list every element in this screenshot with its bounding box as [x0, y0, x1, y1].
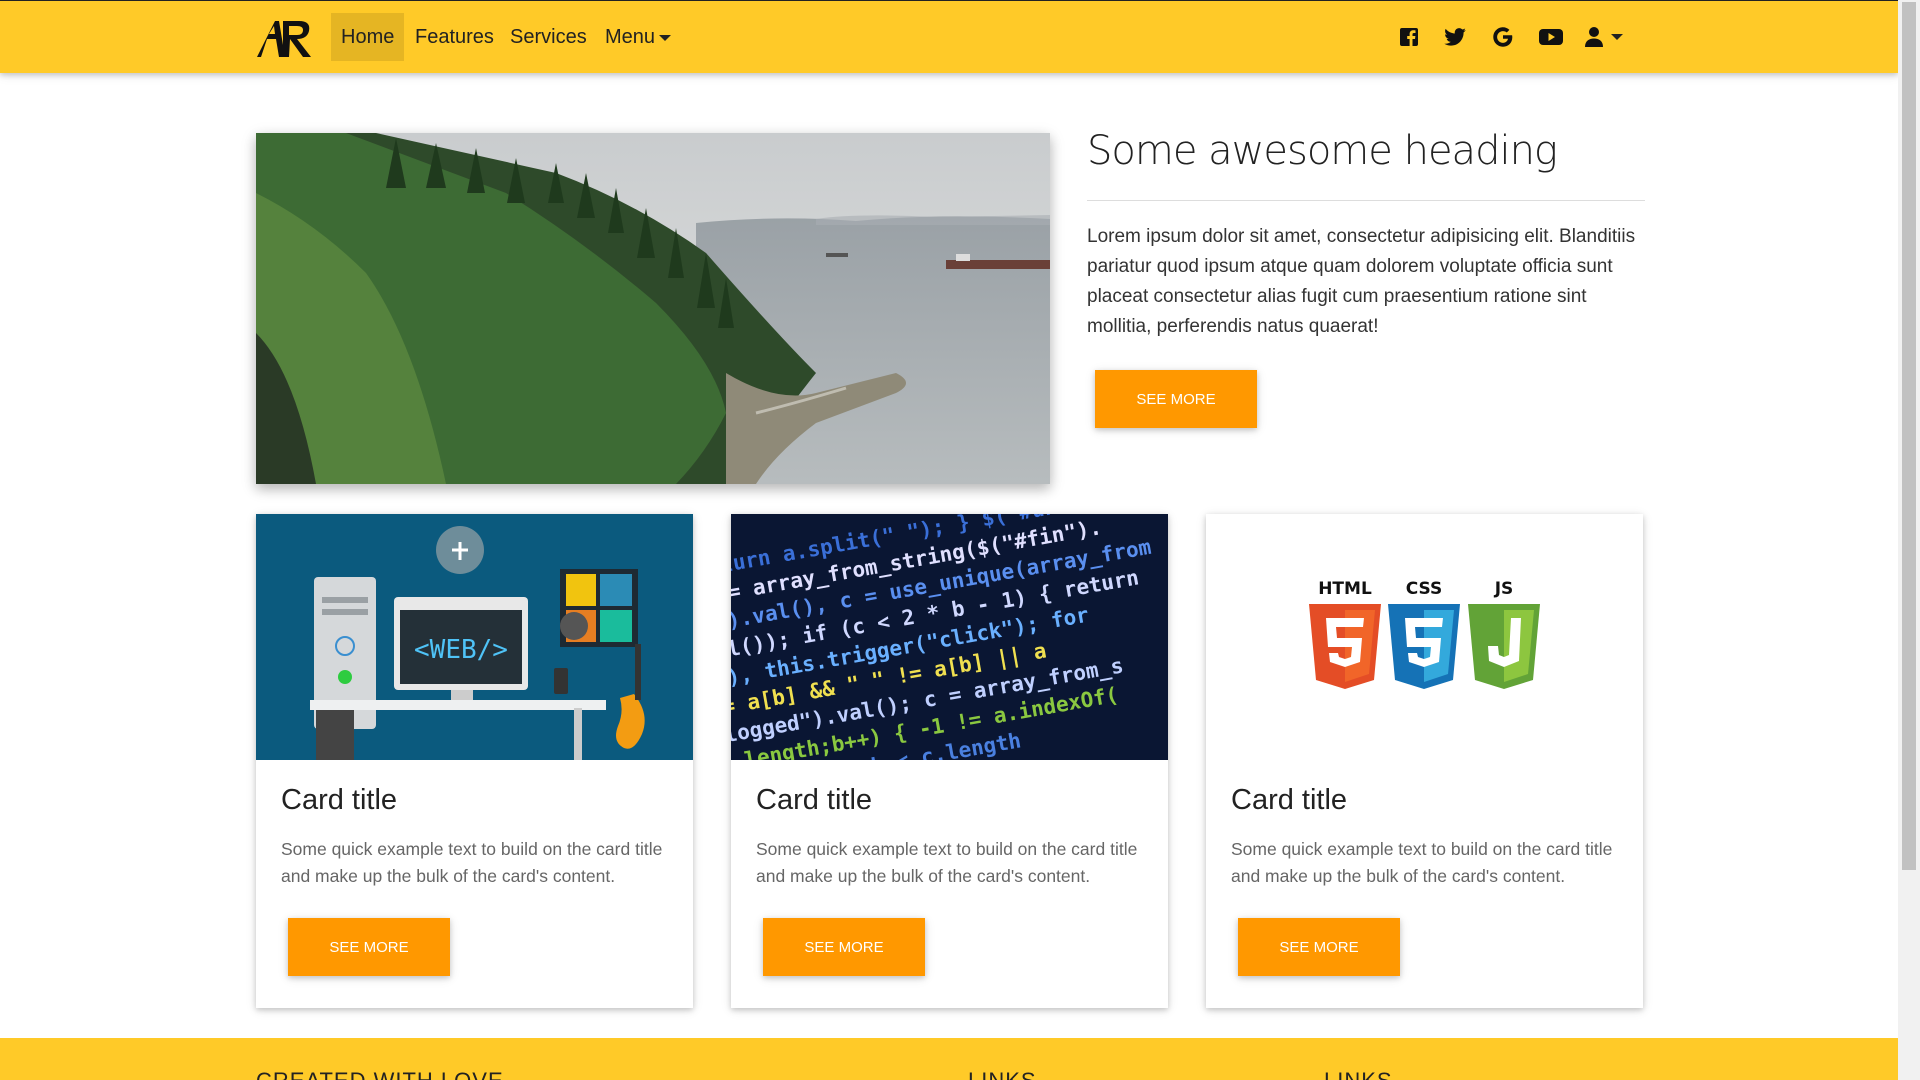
- footer: CREATED WITH LOVE LINKS LINKS: [0, 1038, 1898, 1080]
- svg-text:<WEB/>: <WEB/>: [414, 635, 508, 665]
- nav-features[interactable]: Features: [405, 13, 504, 61]
- google-icon[interactable]: [1489, 23, 1517, 51]
- card-text: Some quick example text to build on the …: [1231, 839, 1613, 886]
- card-web: <WEB/> Card title Some quick example tex…: [256, 514, 693, 1008]
- footer-heading-links-2: LINKS: [1324, 1068, 1393, 1080]
- user-dropdown[interactable]: [1585, 23, 1625, 51]
- card-title: Card title: [1231, 784, 1348, 816]
- nav-services-label: Services: [510, 26, 587, 48]
- js-label: JS: [1494, 579, 1514, 599]
- nav-menu-label: Menu: [605, 26, 656, 48]
- card-image-web: <WEB/>: [256, 514, 693, 760]
- card-html-css-js: HTML CSS JS Card title Some quick exampl…: [1206, 514, 1643, 1008]
- card-image-html-css-js: HTML CSS JS: [1206, 514, 1643, 760]
- css3-icon: [1388, 604, 1460, 689]
- footer-heading-links: LINKS: [968, 1068, 1037, 1080]
- card-text: Some quick example text to build on the …: [756, 839, 1138, 886]
- card-image-code: return a.split(" "); } $("#unique").cl e…: [731, 514, 1168, 760]
- twitter-icon[interactable]: [1441, 23, 1469, 51]
- card-text: Some quick example text to build on the …: [281, 839, 663, 886]
- hero-image: [256, 133, 1050, 484]
- nav-menu-dropdown[interactable]: Menu: [595, 13, 681, 61]
- card-see-more-button[interactable]: SEE MORE: [763, 918, 925, 976]
- scrollbar[interactable]: [1898, 0, 1920, 1080]
- css-label: CSS: [1406, 579, 1443, 599]
- hero-see-more-button[interactable]: SEE MORE: [1095, 370, 1257, 428]
- nav-home[interactable]: Home: [331, 13, 404, 61]
- card-code: return a.split(" "); } $("#unique").cl e…: [731, 514, 1168, 1008]
- youtube-icon[interactable]: [1537, 23, 1565, 51]
- user-icon: [1585, 27, 1603, 47]
- card-title: Card title: [281, 784, 398, 816]
- card-see-more-button[interactable]: SEE MORE: [288, 918, 450, 976]
- hero-heading: Some awesome heading: [1087, 128, 1558, 174]
- divider: [1087, 200, 1645, 201]
- chevron-down-icon: [659, 34, 672, 41]
- nav-services[interactable]: Services: [500, 13, 597, 61]
- hero-paragraph: Lorem ipsum dolor sit amet, consectetur …: [1087, 226, 1636, 337]
- facebook-icon[interactable]: [1395, 23, 1423, 51]
- navbar: Home Features Services Menu: [0, 0, 1898, 73]
- card-title: Card title: [756, 784, 873, 816]
- chevron-down-icon: [1611, 34, 1623, 40]
- nav-features-label: Features: [415, 26, 494, 48]
- footer-heading-created: CREATED WITH LOVE: [256, 1068, 504, 1080]
- scrollbar-thumb[interactable]: [1902, 2, 1916, 870]
- html-label: HTML: [1318, 579, 1372, 599]
- brand-logo[interactable]: [255, 17, 313, 59]
- card-see-more-button[interactable]: SEE MORE: [1238, 918, 1400, 976]
- js-icon: [1468, 604, 1540, 689]
- nav-home-label: Home: [341, 26, 395, 48]
- html5-icon: [1309, 604, 1381, 689]
